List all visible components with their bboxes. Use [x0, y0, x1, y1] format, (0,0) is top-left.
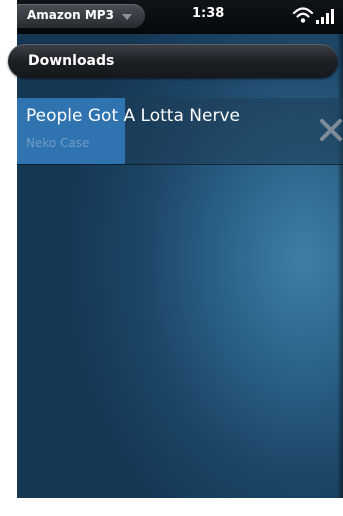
track-title: People Got A Lotta Nerve	[26, 106, 240, 126]
download-list-item[interactable]: People Got A Lotta Nerve Neko Case	[17, 98, 343, 165]
app-menu-button[interactable]: Amazon MP3	[17, 4, 145, 28]
chevron-down-icon	[122, 14, 132, 20]
wifi-icon	[292, 7, 314, 23]
close-icon[interactable]	[319, 118, 343, 142]
clock: 1:38	[192, 6, 225, 21]
signal-icon	[316, 9, 334, 24]
app-name: Amazon MP3	[27, 8, 114, 22]
header-bar: Downloads	[8, 44, 338, 78]
track-artist: Neko Case	[26, 136, 90, 150]
page-title: Downloads	[28, 53, 115, 69]
status-bar: Amazon MP3 1:38	[17, 0, 343, 34]
